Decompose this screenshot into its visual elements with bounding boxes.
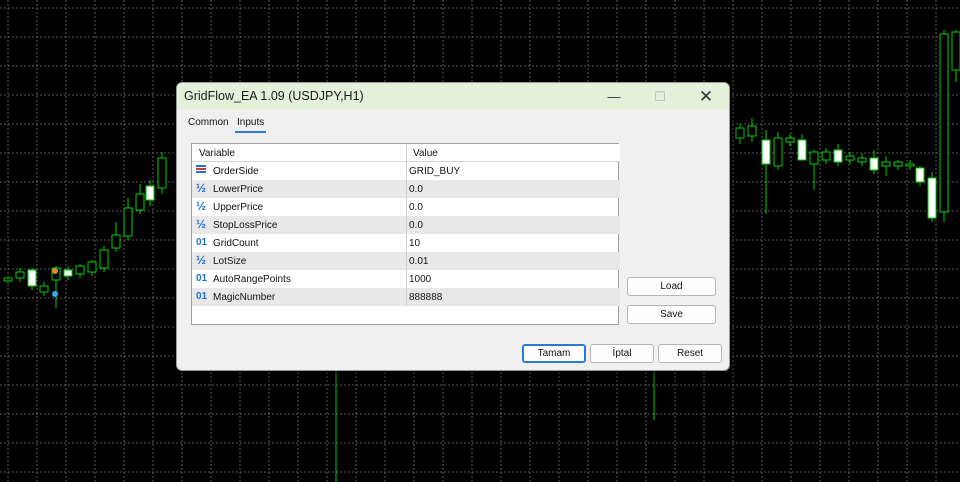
variable-name: OrderSide: [213, 166, 259, 177]
column-divider: [406, 252, 407, 270]
double-icon: ½: [196, 181, 207, 195]
variable-name: LowerPrice: [213, 184, 264, 195]
tab-common[interactable]: Common: [188, 117, 229, 128]
trade-marker: [52, 291, 58, 297]
candle-body: [833, 149, 843, 163]
candle-body: [951, 31, 960, 71]
save-button[interactable]: Save: [627, 305, 716, 324]
candle-body: [63, 269, 73, 277]
candle-body: [135, 193, 145, 211]
table-row[interactable]: ½ LotSize 0.01: [192, 252, 620, 270]
minimize-icon: —: [607, 89, 621, 104]
table-row[interactable]: 01 MagicNumber 888888: [192, 288, 620, 306]
column-divider: [406, 234, 407, 252]
candle-body: [27, 269, 37, 287]
variable-value[interactable]: 888888: [409, 292, 442, 303]
candle-body: [893, 161, 903, 167]
variable-value[interactable]: GRID_BUY: [409, 166, 460, 177]
expert-properties-dialog: GridFlow_EA 1.09 (USDJPY,H1) — ☐ ✕ Commo…: [176, 82, 730, 371]
tab-inputs[interactable]: Inputs: [235, 117, 267, 133]
variable-value[interactable]: 10: [409, 238, 420, 249]
integer-icon: 01: [196, 237, 208, 248]
reset-button[interactable]: Reset: [658, 344, 722, 363]
double-icon: ½: [196, 199, 207, 213]
column-divider: [406, 198, 407, 216]
candle-body: [761, 139, 771, 165]
variable-name: MagicNumber: [213, 292, 276, 303]
candle-body: [881, 161, 891, 167]
variable-value[interactable]: 0.0: [409, 202, 423, 213]
column-divider: [406, 216, 407, 234]
column-divider: [406, 288, 407, 306]
candle-body: [857, 157, 867, 163]
integer-icon: 01: [196, 273, 208, 284]
column-divider[interactable]: [406, 144, 407, 161]
candle-body: [145, 185, 155, 201]
ok-button[interactable]: Tamam: [522, 344, 586, 363]
maximize-icon: ☐: [654, 88, 666, 104]
minimize-button[interactable]: —: [591, 83, 637, 110]
table-row[interactable]: ½ StopLossPrice 0.0: [192, 216, 620, 234]
candle-body: [809, 151, 819, 165]
header-value[interactable]: Value: [413, 148, 438, 159]
candle-body: [87, 261, 97, 273]
enum-icon: [196, 165, 206, 176]
candle-body: [939, 33, 949, 213]
variable-name: StopLossPrice: [213, 220, 278, 231]
candle-body: [735, 127, 745, 139]
table-row[interactable]: OrderSide GRID_BUY: [192, 162, 620, 180]
candle-body: [747, 125, 757, 137]
variable-value[interactable]: 0.0: [409, 220, 423, 231]
cancel-button[interactable]: İptal: [590, 344, 654, 363]
tab-inputs-label: Inputs: [237, 117, 265, 128]
window-title: GridFlow_EA 1.09 (USDJPY,H1): [184, 89, 364, 103]
title-bar[interactable]: GridFlow_EA 1.09 (USDJPY,H1) — ☐ ✕: [177, 83, 729, 110]
maximize-button[interactable]: ☐: [637, 83, 683, 110]
candle-body: [821, 151, 831, 161]
candle-body: [3, 277, 13, 282]
variable-value[interactable]: 0.0: [409, 184, 423, 195]
variable-name: AutoRangePoints: [213, 274, 291, 285]
column-divider: [406, 162, 407, 180]
candle-body: [797, 139, 807, 161]
table-row[interactable]: 01 AutoRangePoints 1000: [192, 270, 620, 288]
trade-marker: [52, 268, 58, 274]
variable-value[interactable]: 1000: [409, 274, 431, 285]
table-row[interactable]: ½ UpperPrice 0.0: [192, 198, 620, 216]
double-icon: ½: [196, 253, 207, 267]
variable-name: GridCount: [213, 238, 259, 249]
tab-common-label: Common: [188, 117, 229, 128]
column-divider: [406, 180, 407, 198]
load-button[interactable]: Load: [627, 277, 716, 296]
candle-body: [39, 285, 49, 293]
integer-icon: 01: [196, 291, 208, 302]
active-tab-indicator: [235, 131, 267, 133]
candle-body: [785, 137, 795, 143]
inputs-table: Variable Value OrderSide GRID_BUY ½ Lowe…: [191, 143, 620, 325]
variable-value[interactable]: 0.01: [409, 256, 428, 267]
candle-body: [99, 249, 109, 269]
candle-body: [157, 157, 167, 189]
candle-body: [905, 163, 915, 167]
double-icon: ½: [196, 217, 207, 231]
candle-body: [845, 155, 855, 161]
column-divider: [406, 270, 407, 288]
candle-body: [869, 157, 879, 171]
candle-body: [15, 271, 25, 279]
table-row[interactable]: ½ LowerPrice 0.0: [192, 180, 620, 198]
close-icon: ✕: [698, 86, 714, 106]
candle-body: [111, 234, 121, 249]
candle-body: [75, 265, 85, 275]
candle-body: [915, 167, 925, 183]
table-row[interactable]: 01 GridCount 10: [192, 234, 620, 252]
table-header: Variable Value: [192, 144, 620, 162]
close-button[interactable]: ✕: [683, 83, 729, 110]
candle-body: [123, 207, 133, 237]
variable-name: LotSize: [213, 256, 247, 267]
header-variable[interactable]: Variable: [199, 148, 235, 159]
candle-body: [773, 137, 783, 167]
variable-name: UpperPrice: [213, 202, 264, 213]
candle-body: [927, 177, 937, 219]
